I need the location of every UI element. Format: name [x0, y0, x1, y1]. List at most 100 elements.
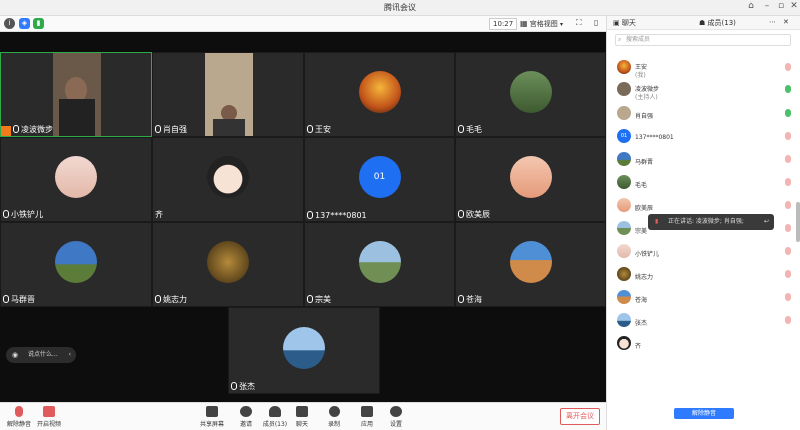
video-stage: 凌波微步 肖自强 王安 毛毛 小铁铲儿 齐 01 137****0801 欧美辰…	[0, 32, 606, 402]
signal-icon[interactable]: ▮	[33, 18, 44, 29]
info-icon[interactable]: i	[4, 18, 15, 29]
list-item[interactable]: 毛毛	[617, 173, 795, 195]
chat-quick-input[interactable]: ◉ 说点什么... ‹	[6, 347, 76, 363]
mic-icon	[13, 125, 19, 133]
video-tile[interactable]: 苍海	[455, 222, 606, 307]
record-icon	[328, 406, 340, 417]
mic-off-icon	[15, 406, 23, 417]
avatar	[55, 240, 97, 283]
participant-name: 马群晋	[3, 294, 35, 305]
avatar	[617, 82, 631, 96]
minimize-icon[interactable]: –	[760, 1, 774, 11]
title-bar: 腾讯会议 ⌂ – ▫ ✕	[0, 0, 800, 16]
start-video-button[interactable]: 开启视频	[32, 406, 66, 428]
maximize-icon[interactable]: ▫	[774, 1, 788, 11]
avatar	[55, 155, 97, 198]
gear-icon	[390, 406, 402, 417]
participant-name: 凌波微步	[13, 124, 53, 135]
chat-hint-text: 说点什么...	[28, 351, 58, 358]
mic-off-icon[interactable]	[785, 224, 791, 232]
list-item[interactable]: 姚志力	[617, 265, 795, 287]
avatar	[617, 267, 631, 281]
list-item[interactable]: 张杰	[617, 311, 795, 333]
mic-on-icon[interactable]	[785, 109, 791, 117]
video-tile[interactable]: 01 137****0801	[304, 137, 455, 222]
speaking-indicator: ▮ 正在讲话: 凌波微步; 肖自强; ↩	[648, 214, 774, 230]
view-mode-button[interactable]: ▦ 宫格视图 ▾	[520, 18, 563, 30]
video-tile[interactable]: 宗美	[304, 222, 455, 307]
mic-off-icon[interactable]	[785, 132, 791, 140]
list-item[interactable]: 马群晋	[617, 150, 795, 172]
search-icon: ⌕	[618, 36, 622, 43]
mic-off-icon[interactable]	[785, 316, 791, 324]
avatar	[617, 152, 631, 166]
list-item[interactable]: 凌波微步 (主持人)	[617, 80, 795, 102]
mic-off-icon[interactable]	[785, 293, 791, 301]
tab-members[interactable]: ☗ 成员(13)	[699, 18, 736, 28]
mic-off-icon	[3, 210, 9, 218]
control-bar: 解除静音 开启视频 共享屏幕 邀请 成员(13) 聊天 录制 应用 设置 离开会…	[0, 402, 606, 430]
more-icon[interactable]: ⋯	[769, 18, 776, 26]
video-tile[interactable]: 肖自强	[152, 52, 304, 137]
mic-off-icon	[307, 295, 313, 303]
mic-off-icon[interactable]	[785, 201, 791, 209]
participant-name: 张杰	[231, 381, 255, 392]
video-tile[interactable]: 张杰	[228, 307, 380, 394]
host-badge-icon	[1, 126, 11, 136]
video-tile[interactable]: 欧美辰	[455, 137, 606, 222]
participant-name: 王安	[307, 124, 331, 135]
avatar: 01	[358, 155, 401, 198]
meeting-toolbar: i ◈ ▮ 10:27 ▦ 宫格视图 ▾ ⛶ ▯	[0, 16, 606, 32]
mic-off-icon	[155, 295, 161, 303]
shield-icon[interactable]: ◈	[19, 18, 30, 29]
video-tile[interactable]: 马群晋	[0, 222, 152, 307]
list-item[interactable]: 王安 (我)	[617, 58, 795, 80]
mic-off-icon	[231, 382, 237, 390]
members-icon	[269, 406, 281, 417]
participant-name: 苍海	[458, 294, 482, 305]
chat-button[interactable]: 聊天	[285, 406, 319, 428]
member-search-input[interactable]: ⌕ 搜索成员	[615, 34, 791, 46]
mic-off-icon[interactable]	[785, 63, 791, 71]
avatar	[617, 198, 631, 212]
mic-off-icon	[458, 295, 464, 303]
mic-on-icon[interactable]	[785, 85, 791, 93]
mic-off-icon[interactable]	[785, 155, 791, 163]
video-tile[interactable]: 凌波微步	[0, 52, 152, 137]
unmute-button[interactable]: 解除静音	[2, 406, 36, 428]
mic-off-icon	[458, 125, 464, 133]
settings-button[interactable]: 设置	[379, 406, 413, 428]
list-item[interactable]: 小铁铲儿	[617, 242, 795, 264]
mic-off-icon[interactable]	[785, 178, 791, 186]
chevron-left-icon[interactable]: ‹	[69, 347, 71, 363]
avatar	[509, 155, 552, 198]
view-mode-label: 宫格视图	[529, 20, 558, 28]
avatar	[617, 244, 631, 258]
video-tile[interactable]: 王安	[304, 52, 455, 137]
record-button[interactable]: 录制	[317, 406, 351, 428]
scrollbar-thumb[interactable]	[796, 202, 800, 242]
close-panel-icon[interactable]: ✕	[783, 18, 789, 26]
avatar	[509, 70, 552, 113]
list-item[interactable]: 齐	[617, 334, 795, 356]
list-item[interactable]: 01 137****0801	[617, 127, 795, 149]
mic-off-icon[interactable]	[785, 247, 791, 255]
share-screen-button[interactable]: 共享屏幕	[195, 406, 229, 428]
video-tile[interactable]: 毛毛	[455, 52, 606, 137]
video-tile[interactable]: 姚志力	[152, 222, 304, 307]
unmute-all-button[interactable]: 解除静音	[674, 408, 734, 419]
close-icon[interactable]: ✕	[787, 1, 800, 11]
video-tile[interactable]: 齐	[152, 137, 304, 222]
avatar	[617, 313, 631, 327]
reply-icon[interactable]: ↩	[764, 214, 769, 230]
pin-icon[interactable]: ⌂	[744, 1, 758, 11]
avatar	[509, 240, 552, 283]
leave-meeting-button[interactable]: 离开会议	[560, 408, 600, 425]
list-item[interactable]: 肖自强	[617, 104, 795, 126]
list-item[interactable]: 苍海	[617, 288, 795, 310]
fullscreen-icon[interactable]: ⛶	[576, 18, 582, 28]
mic-off-icon[interactable]	[785, 270, 791, 278]
tab-chat[interactable]: ▣ 聊天	[613, 18, 636, 28]
video-tile[interactable]: 小铁铲儿	[0, 137, 152, 222]
sidebar-toggle-icon[interactable]: ▯	[594, 18, 598, 27]
